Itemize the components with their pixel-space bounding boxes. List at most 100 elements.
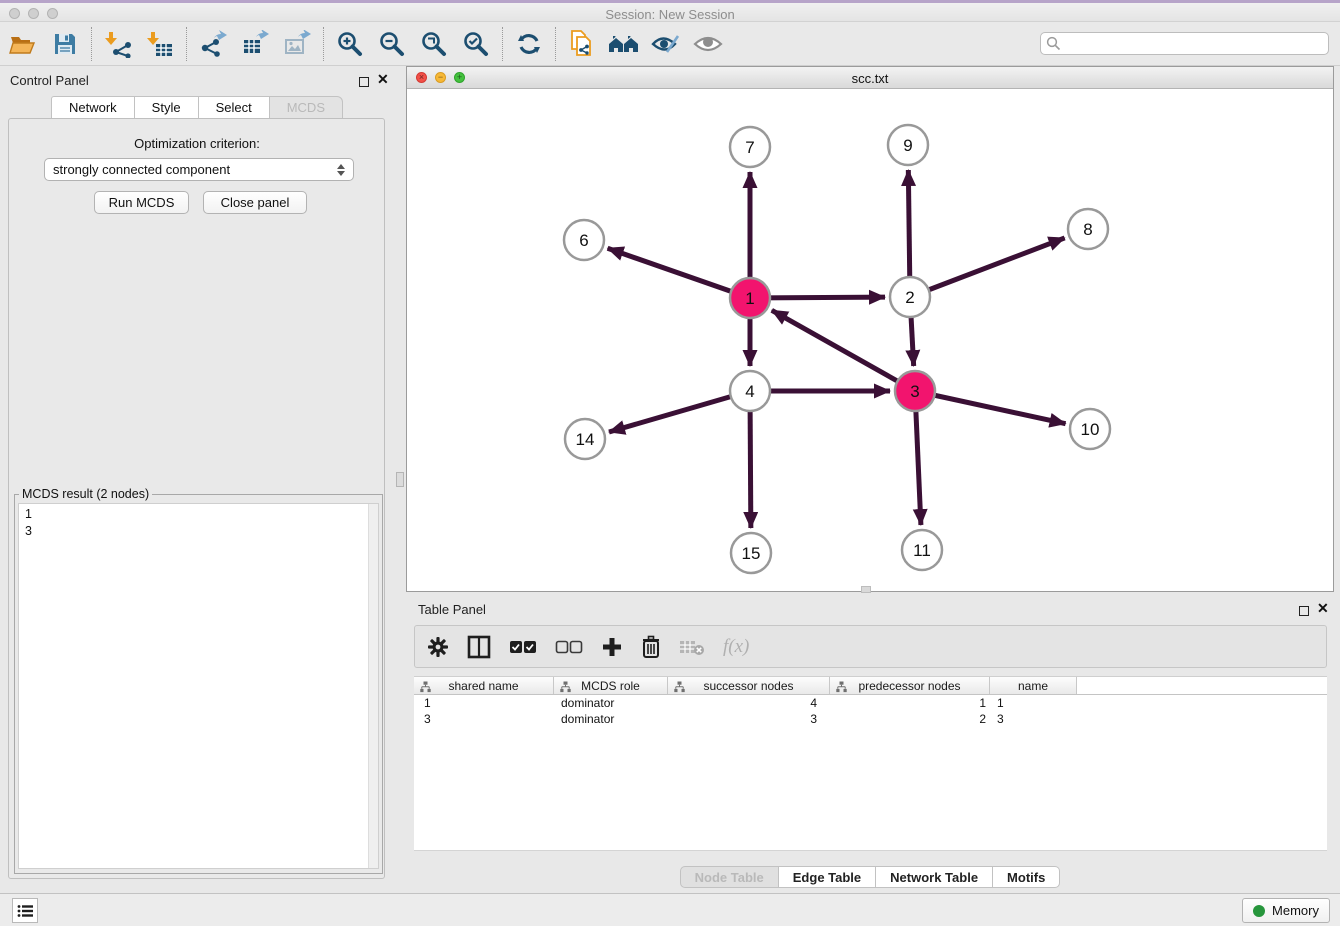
tab-mcds[interactable]: MCDS xyxy=(270,96,343,119)
table-cell[interactable]: 1 xyxy=(830,695,990,711)
table-cell[interactable]: dominator xyxy=(554,711,668,727)
apply-layout-button[interactable] xyxy=(508,25,550,63)
show-column-panel-button[interactable] xyxy=(467,632,491,662)
float-table-panel-icon[interactable] xyxy=(1299,603,1309,621)
column-header-successor-nodes[interactable]: successor nodes xyxy=(668,677,830,694)
graph-edge-2-8[interactable] xyxy=(910,238,1065,297)
control-panel-tabs: Network Style Select MCDS xyxy=(0,96,394,119)
graph-node-6[interactable]: 6 xyxy=(564,220,604,260)
memory-status-dot xyxy=(1253,905,1265,917)
column-header-shared-name[interactable]: shared name xyxy=(414,677,554,694)
save-session-button[interactable] xyxy=(44,25,86,63)
graph-node-11[interactable]: 11 xyxy=(902,530,942,570)
mcds-result-items: 1 3 xyxy=(19,504,378,542)
graph-node-3[interactable]: 3 xyxy=(895,371,935,411)
hide-panels-button[interactable] xyxy=(645,25,687,63)
table-cell[interactable]: 1 xyxy=(414,695,554,711)
graph-node-10[interactable]: 10 xyxy=(1070,409,1110,449)
status-bar: Memory xyxy=(0,893,1340,926)
tab-motifs[interactable]: Motifs xyxy=(993,866,1060,888)
gear-icon xyxy=(427,636,449,658)
table-cell[interactable]: 4 xyxy=(668,695,830,711)
control-panel-title: Control Panel xyxy=(10,73,89,88)
zoom-out-button[interactable] xyxy=(371,25,413,63)
graph-node-label: 9 xyxy=(903,136,912,155)
tab-edge-table[interactable]: Edge Table xyxy=(779,866,876,888)
refresh-icon xyxy=(516,31,542,57)
column-header-name[interactable]: name xyxy=(990,677,1077,694)
search-input[interactable] xyxy=(1061,34,1328,53)
graph-node-15[interactable]: 15 xyxy=(731,533,771,573)
open-session-button[interactable] xyxy=(2,25,44,63)
function-builder-button[interactable]: f(x) xyxy=(723,632,749,662)
show-task-history-button[interactable] xyxy=(12,898,38,923)
show-preview-button[interactable] xyxy=(687,25,729,63)
table-cell[interactable]: dominator xyxy=(554,695,668,711)
graph-node-8[interactable]: 8 xyxy=(1068,209,1108,249)
tab-node-table[interactable]: Node Table xyxy=(680,866,779,888)
close-table-panel-icon[interactable]: ✕ xyxy=(1317,603,1329,613)
graph-node-9[interactable]: 9 xyxy=(888,125,928,165)
column-header-MCDS-role[interactable]: MCDS role xyxy=(554,677,668,694)
add-column-button[interactable] xyxy=(601,632,623,662)
tab-network-table[interactable]: Network Table xyxy=(876,866,993,888)
graph-node-label: 6 xyxy=(579,231,588,250)
mcds-result-list[interactable]: 1 3 xyxy=(18,503,379,869)
table-cell[interactable]: 2 xyxy=(830,711,990,727)
table-settings-button[interactable] xyxy=(427,632,449,662)
result-scrollbar[interactable] xyxy=(368,504,378,868)
graph-edge-3-10[interactable] xyxy=(915,391,1066,424)
tab-select[interactable]: Select xyxy=(199,96,270,119)
zoom-fit-button[interactable] xyxy=(413,25,455,63)
table-cell[interactable]: 1 xyxy=(990,695,1077,711)
run-mcds-button[interactable]: Run MCDS xyxy=(94,191,189,214)
deselect-all-rows-button[interactable] xyxy=(555,632,583,662)
zoom-selected-button[interactable] xyxy=(455,25,497,63)
tab-network[interactable]: Network xyxy=(51,96,135,119)
graph-node-label: 4 xyxy=(745,382,754,401)
select-all-icon xyxy=(509,640,537,654)
open-folder-icon xyxy=(8,31,38,57)
network-overview-button[interactable] xyxy=(603,25,645,63)
table-cell[interactable]: 3 xyxy=(990,711,1077,727)
network-window-title: scc.txt xyxy=(407,71,1333,86)
eye-slash-icon xyxy=(651,32,681,56)
float-panel-icon[interactable] xyxy=(359,74,369,92)
column-header-predecessor-nodes[interactable]: predecessor nodes xyxy=(830,677,990,694)
table-row[interactable]: 1dominator411 xyxy=(414,695,1327,711)
delete-column-button[interactable] xyxy=(641,632,661,662)
network-canvas[interactable]: 1 2 3 4 6 7 8 9 10 11 14 15 xyxy=(407,89,1333,592)
export-network-button[interactable] xyxy=(192,25,234,63)
table-row[interactable]: 3dominator323 xyxy=(414,711,1327,727)
node-table-header: shared nameMCDS rolesuccessor nodesprede… xyxy=(414,676,1327,695)
table-panel-tabs: Node Table Edge Table Network Table Moti… xyxy=(406,866,1334,888)
graph-edge-1-6[interactable] xyxy=(608,248,750,298)
graph-node-14[interactable]: 14 xyxy=(565,419,605,459)
table-cell[interactable]: 3 xyxy=(668,711,830,727)
graph-node-4[interactable]: 4 xyxy=(730,371,770,411)
graph-node-7[interactable]: 7 xyxy=(730,127,770,167)
clone-network-button[interactable] xyxy=(561,25,603,63)
graph-node-2[interactable]: 2 xyxy=(890,277,930,317)
graph-edge-3-1[interactable] xyxy=(772,310,915,391)
select-all-rows-button[interactable] xyxy=(509,632,537,662)
import-table-button[interactable] xyxy=(139,25,181,63)
close-panel-icon[interactable]: ✕ xyxy=(377,74,389,84)
import-network-button[interactable] xyxy=(97,25,139,63)
delete-table-button[interactable] xyxy=(679,632,705,662)
graph-edge-4-14[interactable] xyxy=(609,391,750,432)
tab-style[interactable]: Style xyxy=(135,96,199,119)
table-panel-title: Table Panel xyxy=(418,602,486,617)
network-resize-handle[interactable] xyxy=(861,586,871,593)
export-image-button[interactable] xyxy=(276,25,318,63)
zoom-in-icon xyxy=(336,30,364,58)
memory-button[interactable]: Memory xyxy=(1242,898,1330,923)
graph-node-1[interactable]: 1 xyxy=(730,278,770,318)
panel-splitter-handle[interactable] xyxy=(396,472,404,487)
close-panel-button[interactable]: Close panel xyxy=(203,191,307,214)
houses-icon xyxy=(608,32,640,56)
criterion-dropdown[interactable]: strongly connected component xyxy=(44,158,354,181)
table-cell[interactable]: 3 xyxy=(414,711,554,727)
zoom-in-button[interactable] xyxy=(329,25,371,63)
export-table-button[interactable] xyxy=(234,25,276,63)
